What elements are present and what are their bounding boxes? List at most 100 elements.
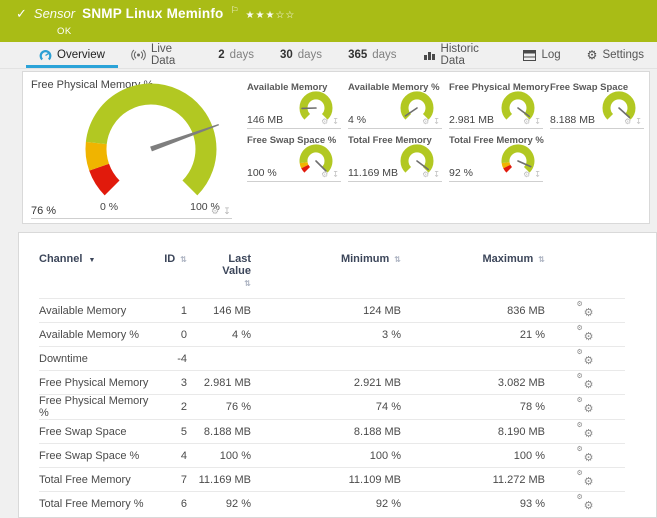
- minimum-value: 3 %: [251, 322, 401, 347]
- last-value: 11.169 MB: [187, 467, 251, 492]
- tab-label: days: [297, 49, 323, 61]
- tab-label: days: [229, 49, 254, 61]
- gauges-panel: Free Physical Memory % 0 % 100 % 76 % ⚙ …: [22, 71, 650, 224]
- gauge-pin-icon[interactable]: ↧: [433, 118, 440, 126]
- tab-log[interactable]: Log: [510, 42, 573, 68]
- small-gauges-grid: Available Memory 146 MB ⚙ ↧ Available Mem…: [243, 78, 647, 184]
- gauge-tile-free-physical-memory[interactable]: Free Physical Memory 2.981 MB ⚙ ↧: [445, 78, 549, 131]
- gauge-settings-gear-icon[interactable]: ⚙: [422, 171, 429, 179]
- log-list-icon: [523, 49, 537, 61]
- gauge-value: 2.981 MB: [449, 114, 494, 126]
- gauge-tile-total-free-memory[interactable]: Total Free Memory 11.169 MB ⚙ ↧: [344, 131, 445, 184]
- column-header-minimum[interactable]: Minimum ⇅: [251, 249, 401, 299]
- tab-live-data[interactable]: Live Data: [118, 42, 205, 68]
- sensor-status-text: OK: [57, 26, 72, 37]
- table-row: Total Free Memory 7 11.169 MB 11.109 MB …: [39, 467, 625, 492]
- gauge-settings-gear-icon[interactable]: ⚙: [422, 118, 429, 126]
- divider: [348, 181, 442, 182]
- gauge-settings-gear-icon[interactable]: ⚙: [211, 207, 219, 216]
- last-value: 2.981 MB: [187, 370, 251, 395]
- column-header-maximum[interactable]: Maximum ⇅: [401, 249, 545, 299]
- tab-30-days[interactable]: 30 days: [267, 42, 335, 68]
- priority-stars[interactable]: ★★★☆☆: [246, 10, 296, 21]
- gauge-settings-gear-icon[interactable]: ⚙: [624, 118, 631, 126]
- gauge-settings-gear-icon[interactable]: ⚙: [523, 118, 530, 126]
- minimum-value: 124 MB: [251, 298, 401, 323]
- gauge-pin-icon[interactable]: ↧: [332, 171, 339, 179]
- channel-settings-button[interactable]: ⚙ ⚙: [577, 446, 594, 464]
- channel-settings-button[interactable]: ⚙ ⚙: [577, 301, 594, 319]
- gear-icon: ⚙: [576, 493, 583, 501]
- gauge-pin-icon[interactable]: ↧: [635, 118, 642, 126]
- main-gauge-tile[interactable]: Free Physical Memory % 0 % 100 % 76 % ⚙ …: [23, 72, 239, 225]
- gear-icon: ⚙: [583, 499, 594, 512]
- gauge-pin-icon[interactable]: ↧: [534, 171, 541, 179]
- gear-icon: ⚙: [576, 348, 583, 356]
- maximum-value: 100 %: [401, 443, 545, 468]
- bar-chart-icon: [423, 49, 436, 61]
- gauge-settings-gear-icon[interactable]: ⚙: [321, 118, 328, 126]
- channel-settings-button[interactable]: ⚙ ⚙: [577, 373, 594, 391]
- gauge-pin-icon[interactable]: ↧: [223, 207, 231, 216]
- channel-settings-button[interactable]: ⚙ ⚙: [576, 421, 594, 440]
- tab-365-days[interactable]: 365 days: [335, 42, 409, 68]
- column-header-id[interactable]: ID ⇅: [157, 249, 187, 299]
- gauge-pin-icon[interactable]: ↧: [433, 171, 440, 179]
- gauge-tile-free-swap-space[interactable]: Free Swap Space 8.188 MB ⚙ ↧: [546, 78, 647, 131]
- tab-historic-data[interactable]: Historic Data: [410, 42, 511, 68]
- last-value: 4 %: [187, 322, 251, 347]
- column-header-last-value[interactable]: Last Value ⇅: [187, 249, 251, 299]
- gauge-pin-icon[interactable]: ↧: [332, 118, 339, 126]
- gear-icon: ⚙: [576, 421, 583, 429]
- gauge-tile-total-free-memory-pct[interactable]: Total Free Memory % 92 % ⚙ ↧: [445, 131, 546, 184]
- tab-settings[interactable]: ⚙ Settings: [574, 42, 657, 68]
- gauge-tile-free-swap-space-pct[interactable]: Free Swap Space % 100 % ⚙ ↧: [243, 131, 344, 184]
- channel-settings-button[interactable]: ⚙ ⚙: [577, 397, 594, 415]
- maximum-value: 21 %: [401, 322, 545, 347]
- sensor-title: SNMP Linux Meminfo: [82, 6, 224, 21]
- channel-settings-button[interactable]: ⚙ ⚙: [577, 470, 594, 488]
- maximum-value: 78 %: [401, 394, 545, 420]
- gauge-tile-available-memory-pct[interactable]: Available Memory % 4 % ⚙ ↧: [344, 78, 445, 131]
- gauge-value: 100 %: [247, 167, 277, 179]
- sensor-header: ✓ Sensor SNMP Linux Meminfo ⚐ ★★★☆☆ OK: [0, 0, 657, 42]
- gauge-pin-icon[interactable]: ↧: [534, 118, 541, 126]
- minimum-value: 8.188 MB: [251, 419, 401, 444]
- column-header-actions: [545, 249, 625, 299]
- tab-overview[interactable]: Overview: [26, 42, 118, 68]
- channel-id: 1: [157, 298, 187, 323]
- gear-icon: ⚙: [583, 403, 594, 415]
- gauge-value: 11.169 MB: [348, 167, 399, 179]
- channel-name: Free Swap Space: [39, 419, 157, 444]
- table-row: Downtime -4 ⚙ ⚙: [39, 346, 625, 371]
- channel-settings-button[interactable]: ⚙ ⚙: [576, 493, 594, 512]
- gauge-tile-available-memory[interactable]: Available Memory 146 MB ⚙ ↧: [243, 78, 344, 131]
- channel-name: Free Physical Memory: [39, 370, 157, 395]
- broadcast-icon: [131, 49, 146, 61]
- gear-icon: ⚙: [583, 378, 594, 391]
- column-header-channel[interactable]: Channel ▼: [39, 249, 157, 299]
- last-value: [187, 346, 251, 371]
- tab-label: Log: [541, 49, 561, 61]
- channel-settings-button[interactable]: ⚙ ⚙: [577, 325, 594, 343]
- divider: [31, 218, 232, 219]
- channel-settings-button[interactable]: ⚙ ⚙: [576, 348, 594, 367]
- tab-2-days[interactable]: 2 days: [205, 42, 267, 68]
- minimum-value: 100 %: [251, 443, 401, 468]
- gauge-settings-gear-icon[interactable]: ⚙: [523, 171, 530, 179]
- status-check-icon: ✓: [16, 6, 27, 21]
- channel-id: 2: [157, 394, 187, 420]
- tab-label: Settings: [602, 49, 644, 61]
- channel-id: 3: [157, 370, 187, 395]
- gauge-settings-gear-icon[interactable]: ⚙: [321, 171, 328, 179]
- channel-id: -4: [157, 346, 187, 371]
- tab-label: Live Data: [150, 43, 176, 67]
- maximum-value: 8.190 MB: [401, 419, 545, 444]
- flag-icon[interactable]: ⚐: [230, 5, 238, 16]
- table-row: Free Swap Space 5 8.188 MB 8.188 MB 8.19…: [39, 419, 625, 444]
- channel-id: 7: [157, 467, 187, 492]
- channel-name: Available Memory: [39, 298, 157, 323]
- last-value: 92 %: [187, 491, 251, 515]
- header-label: Maximum: [482, 253, 534, 265]
- gear-icon: ⚙: [583, 354, 594, 367]
